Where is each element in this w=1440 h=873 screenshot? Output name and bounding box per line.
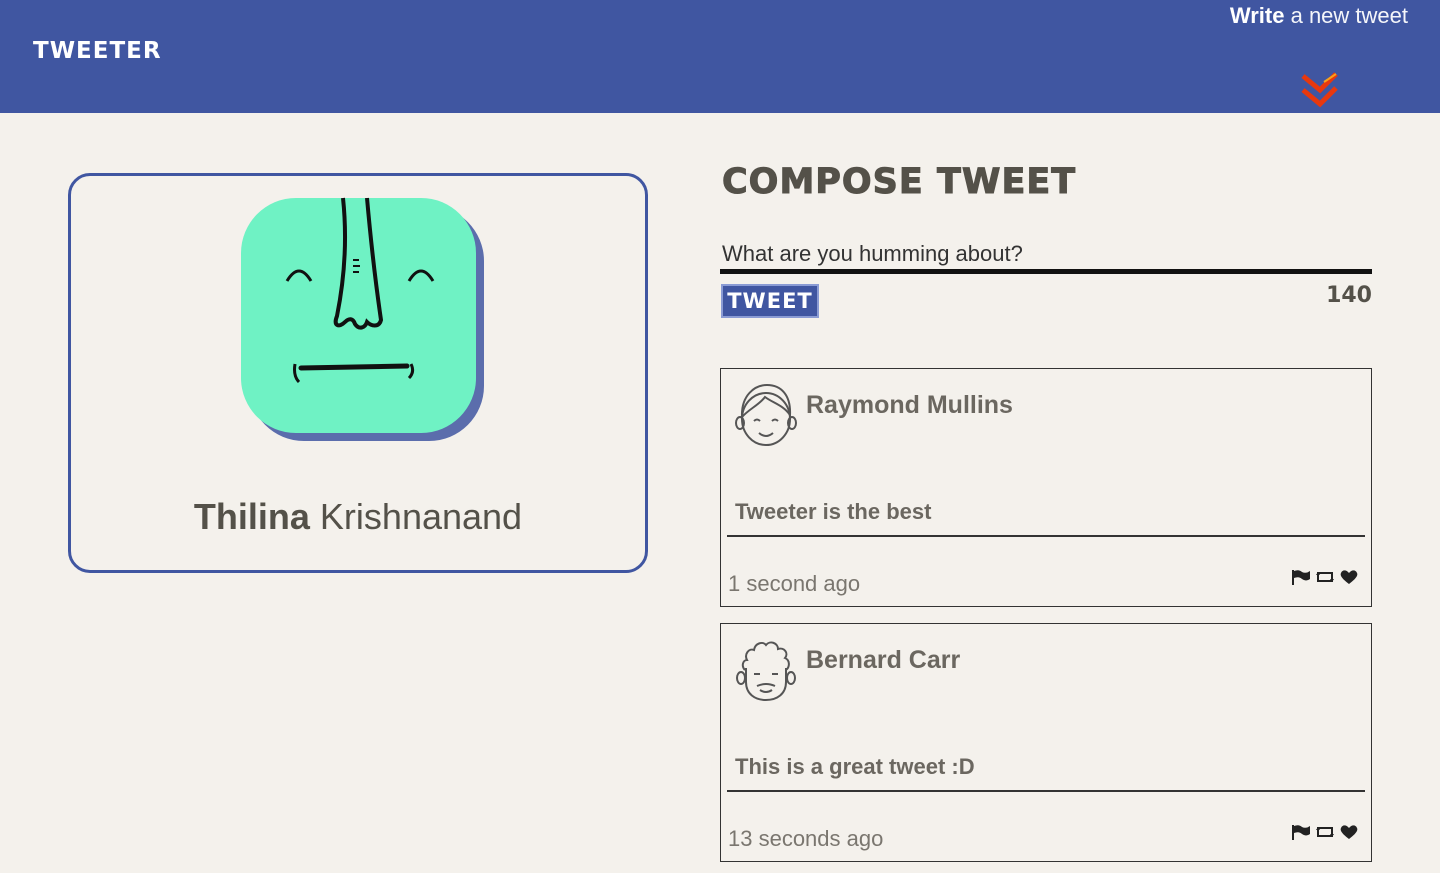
curly-hair-avatar-icon <box>736 641 796 702</box>
heart-icon[interactable] <box>1339 824 1359 840</box>
tweet-text-input[interactable] <box>720 238 1372 274</box>
retweet-icon[interactable] <box>1315 824 1335 840</box>
flag-icon[interactable] <box>1291 569 1311 585</box>
face-avatar-icon <box>241 197 484 441</box>
tweet-actions <box>1291 569 1359 585</box>
profile-last-name: Krishnanand <box>309 496 523 537</box>
write-label-rest: a new tweet <box>1284 3 1408 28</box>
tweet-divider <box>727 535 1365 537</box>
double-chevron-down-icon[interactable] <box>1300 70 1340 110</box>
tweet-author: Raymond Mullins <box>806 391 1013 419</box>
character-counter: 140 <box>1326 283 1372 308</box>
brand-logo[interactable]: TWEETER <box>33 38 162 64</box>
write-new-tweet-link[interactable]: Write a new tweet <box>1230 3 1408 29</box>
tweet-actions <box>1291 824 1359 840</box>
compose-title: COMPOSE TWEET <box>721 162 1077 203</box>
profile-card: Thilina Krishnanand <box>68 173 648 573</box>
boy-avatar-icon <box>735 383 797 446</box>
write-label-bold: Write <box>1229 3 1285 28</box>
tweet-card: Bernard Carr This is a great tweet :D 13… <box>720 623 1372 862</box>
tweet-timestamp: 13 seconds ago <box>728 826 884 851</box>
top-navbar: TWEETER Write a new tweet <box>0 0 1440 113</box>
profile-name: Thilina Krishnanand <box>71 496 645 538</box>
tweet-divider <box>727 790 1365 792</box>
profile-first-name: Thilina <box>193 496 310 537</box>
tweet-card: Raymond Mullins Tweeter is the best 1 se… <box>720 368 1372 607</box>
flag-icon[interactable] <box>1291 824 1311 840</box>
heart-icon[interactable] <box>1339 569 1359 585</box>
tweet-author: Bernard Carr <box>806 646 961 674</box>
tweet-body: Tweeter is the best <box>735 499 932 524</box>
retweet-icon[interactable] <box>1315 569 1335 585</box>
tweet-button[interactable]: TWEET <box>721 284 819 318</box>
tweet-timestamp: 1 second ago <box>728 571 861 596</box>
tweet-body: This is a great tweet :D <box>735 754 975 779</box>
